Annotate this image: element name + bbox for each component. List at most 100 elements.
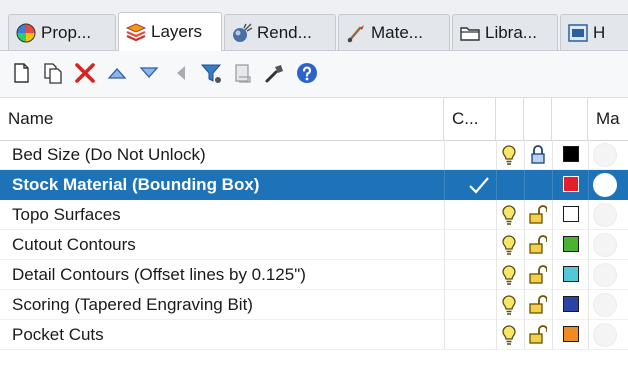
layer-row[interactable]: Stock Material (Bounding Box) [0,170,628,200]
column-divider [588,260,589,290]
column-divider [496,230,497,260]
layer-name[interactable]: Detail Contours (Offset lines by 0.125") [12,260,306,290]
column-divider [524,200,525,230]
column-divider [552,170,553,200]
material-sphere-icon[interactable] [593,323,617,347]
tab-materials[interactable]: Mate... [338,14,450,50]
layer-color-swatch[interactable] [563,236,579,252]
locked-icon[interactable] [529,144,547,166]
column-divider [552,140,553,170]
tab-label: H [593,22,606,42]
layer-tools-button[interactable] [230,60,256,86]
tab-label: Rend... [257,22,312,42]
move-down-icon [139,67,159,78]
column-divider [496,260,497,290]
move-to-parent-button[interactable] [168,60,194,86]
material-sphere-icon[interactable] [593,203,617,227]
new-layer-icon [14,63,29,83]
tab-layers[interactable]: Layers [118,12,222,51]
layer-color-swatch[interactable] [563,176,579,192]
layer-color-swatch[interactable] [563,296,579,312]
visibility-bulb-icon[interactable] [500,294,518,316]
column-divider [552,230,553,260]
column-divider [444,320,445,350]
layer-color-swatch[interactable] [563,326,579,342]
visibility-bulb-icon[interactable] [500,204,518,226]
layer-row[interactable]: Detail Contours (Offset lines by 0.125") [0,260,628,290]
material-sphere-icon[interactable] [593,173,617,197]
column-divider [444,200,445,230]
column-header-visible[interactable] [496,98,524,140]
move-down-button[interactable] [136,60,162,86]
column-divider [524,170,525,200]
visibility-bulb-icon[interactable] [500,264,518,286]
column-header-material[interactable]: Ma [588,98,628,140]
column-divider [496,320,497,350]
unlocked-icon[interactable] [529,324,547,346]
tab-libraries[interactable]: Libra... [452,14,558,50]
column-divider [444,290,445,320]
layer-name[interactable]: Stock Material (Bounding Box) [12,170,259,200]
layer-row[interactable]: Cutout Contours [0,230,628,260]
column-header-color[interactable] [552,98,588,140]
column-header-name[interactable]: Name [0,98,444,140]
layer-tools-icon [235,64,251,83]
tab-properties[interactable]: Prop... [8,14,116,50]
move-up-button[interactable] [104,60,130,86]
column-divider [444,230,445,260]
material-sphere-icon[interactable] [593,293,617,317]
column-divider [496,290,497,320]
column-divider [496,170,497,200]
column-header-lock[interactable] [524,98,552,140]
column-header-current[interactable]: C... [444,98,496,140]
layer-color-swatch[interactable] [563,266,579,282]
help-button[interactable] [294,60,320,86]
layer-name[interactable]: Topo Surfaces [12,200,121,230]
column-divider [588,320,589,350]
layers-grid: Name C... Ma Bed Size (Do Not Unlock) Sto… [0,98,628,379]
unlocked-icon[interactable] [529,204,547,226]
material-sphere-icon[interactable] [593,263,617,287]
tab-help[interactable]: H [560,14,628,50]
settings-button[interactable] [262,60,288,86]
visibility-bulb-icon[interactable] [500,324,518,346]
new-sublayer-button[interactable] [40,60,66,86]
layer-row[interactable]: Topo Surfaces [0,200,628,230]
column-divider [588,140,589,170]
delete-layer-button[interactable] [72,60,98,86]
visibility-bulb-icon[interactable] [500,234,518,256]
layer-row[interactable]: Scoring (Tapered Engraving Bit) [0,290,628,320]
layer-color-swatch[interactable] [563,206,579,222]
column-divider [588,170,589,200]
settings-icon [265,65,283,83]
visibility-bulb-icon[interactable] [500,144,518,166]
properties-icon [16,23,36,42]
column-divider [524,260,525,290]
unlocked-icon[interactable] [529,234,547,256]
layer-name[interactable]: Cutout Contours [12,230,136,260]
layer-row[interactable]: Pocket Cuts [0,320,628,350]
filter-button[interactable] [198,60,224,86]
column-divider [552,260,553,290]
tab-label: Libra... [485,22,537,42]
layer-row[interactable]: Bed Size (Do Not Unlock) [0,140,628,170]
column-divider [588,230,589,260]
current-layer-checkmark-icon[interactable] [467,174,491,196]
material-sphere-icon[interactable] [593,233,617,257]
layer-name[interactable]: Pocket Cuts [12,320,104,350]
unlocked-icon[interactable] [529,294,547,316]
move-to-parent-icon [177,66,185,80]
tab-rendering[interactable]: Rend... [224,14,336,50]
help-panel-icon [568,23,588,42]
unlocked-icon[interactable] [529,264,547,286]
materials-icon [347,24,364,42]
new-layer-button[interactable] [8,60,34,86]
column-divider [524,230,525,260]
material-sphere-icon[interactable] [593,143,617,167]
layer-name[interactable]: Bed Size (Do Not Unlock) [12,140,206,170]
column-divider [524,140,525,170]
layer-name[interactable]: Scoring (Tapered Engraving Bit) [12,290,253,320]
layer-color-swatch[interactable] [563,146,579,162]
delete-icon [75,63,95,83]
column-divider [444,170,445,200]
